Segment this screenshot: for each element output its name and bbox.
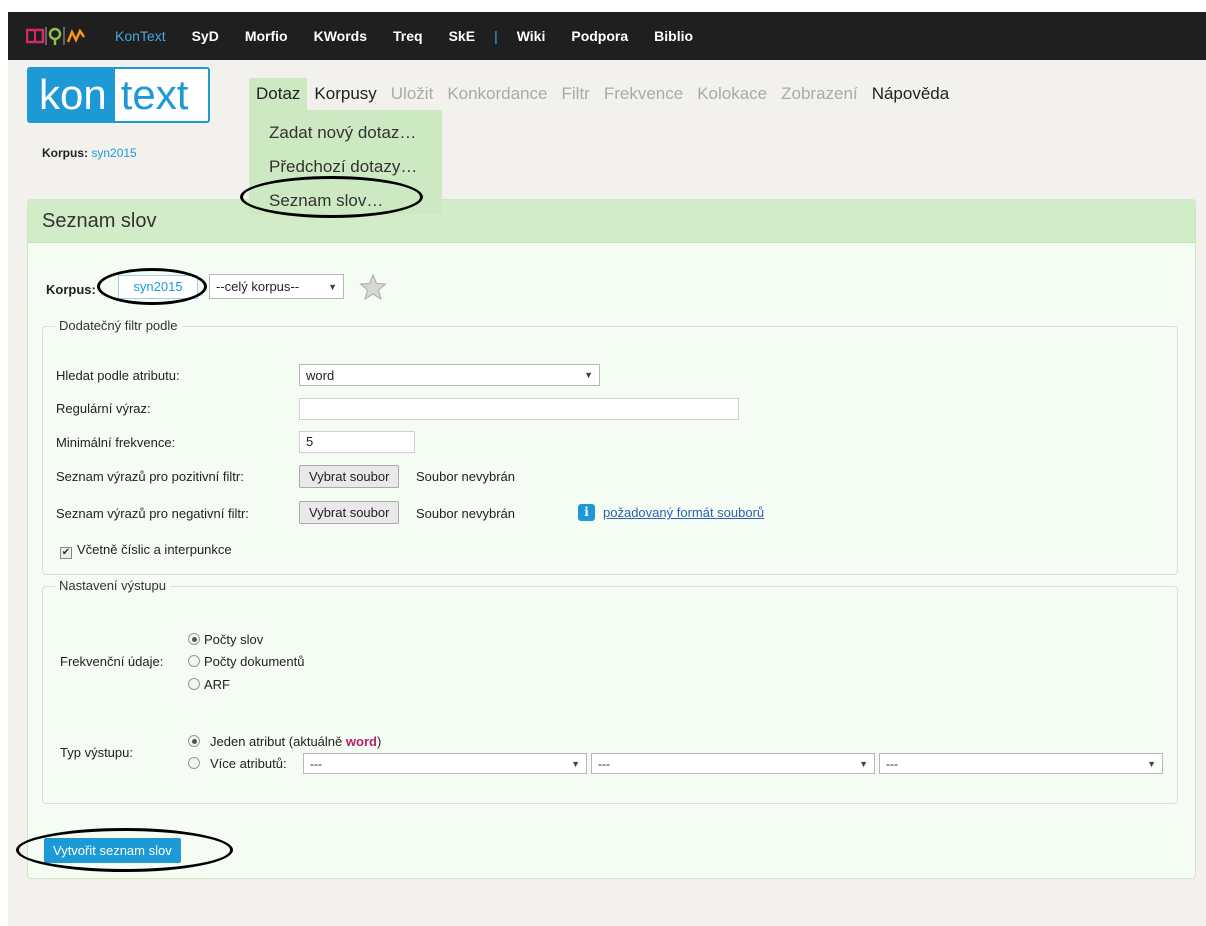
regex-label: Regulární výraz: [56,401,151,416]
include-numbers-checkbox[interactable]: ✔ [60,547,72,559]
current-corpus-label: Korpus: [42,146,88,160]
korpus-label: Korpus: [46,282,96,297]
subcorpus-value: --celý korpus-- [216,279,300,294]
freq-option-arf[interactable]: ARF [188,677,230,692]
menu-item-wordlist[interactable]: Seznam slov… [249,184,442,218]
create-wordlist-button[interactable]: Vytvořit seznam slov [44,838,181,863]
top-navigation-bar: KonText SyD Morfio KWords Treq SkE | Wik… [8,12,1206,60]
freq-radio-docs[interactable] [188,655,200,667]
subcorpus-select[interactable]: --celý korpus-- ▼ [209,274,344,299]
freq-option-docs[interactable]: Počty dokumentů [188,654,304,669]
main-menu: Dotaz Korpusy Uložit Konkordance Filtr F… [249,78,956,110]
info-icon: i [578,504,595,521]
nav-syd[interactable]: SyD [179,28,232,44]
type-single-label: Jeden atribut (aktuálně [210,734,343,749]
attr-select[interactable]: word ▼ [299,364,600,386]
menu-ulozit[interactable]: Uložit [384,78,441,110]
pos-filter-file-button[interactable]: Vybrat soubor [299,465,400,488]
chevron-down-icon: ▼ [584,370,593,380]
chevron-down-icon: ▼ [328,281,337,292]
nav-separator: | [494,28,498,44]
nav-treq[interactable]: Treq [380,28,436,44]
ucnk-logo-icon [26,27,86,45]
freq-radio-arf[interactable] [188,678,200,690]
minfreq-label: Minimální frekvence: [56,435,176,450]
menu-frekvence[interactable]: Frekvence [597,78,690,110]
type-label: Typ výstupu: [60,745,133,760]
filter-legend: Dodatečný filtr podle [55,318,182,333]
nav-kwords[interactable]: KWords [301,28,380,44]
attr-value: word [306,367,335,383]
attr-label: Hledat podle atributu: [56,368,180,383]
freq-option-words-label: Počty slov [204,632,264,647]
nav-biblio[interactable]: Biblio [641,28,706,44]
star-icon[interactable] [358,273,388,301]
type-radio-single[interactable] [188,735,200,747]
neg-filter-label: Seznam výrazů pro negativní filtr: [56,506,249,521]
output-legend: Nastavení výstupu [55,578,170,593]
type-single-attr: word [345,734,377,749]
nav-podpora[interactable]: Podpora [558,28,641,44]
minfreq-input[interactable]: 5 [299,431,415,453]
menu-item-new-query[interactable]: Zadat nový dotaz… [249,116,442,150]
current-corpus-value[interactable]: syn2015 [91,146,136,160]
menu-napoveda[interactable]: Nápověda [865,78,957,110]
file-format-link[interactable]: požadovaný formát souborů [603,505,764,520]
multi-attr-select-2[interactable]: --- ▼ [591,753,875,774]
include-numbers-option[interactable]: ✔ Včetně číslic a interpunkce [60,542,232,559]
include-numbers-label: Včetně číslic a interpunkce [77,542,232,557]
freq-option-arf-label: ARF [204,677,230,692]
menu-item-previous-queries[interactable]: Předchozí dotazy… [249,150,442,184]
freq-option-words[interactable]: Počty slov [188,632,263,647]
chevron-down-icon: ▼ [1147,758,1156,769]
menu-zobrazeni[interactable]: Zobrazení [774,78,865,110]
neg-filter-no-file: Soubor nevybrán [416,506,516,521]
menu-korpusy[interactable]: Korpusy [307,78,383,110]
nav-ske[interactable]: SkE [436,28,488,44]
type-multi-label: Více atributů: [210,756,287,771]
type-single-end: ) [376,734,382,749]
menu-konkordance[interactable]: Konkordance [440,78,554,110]
freq-label: Frekvenční údaje: [60,654,164,669]
multi-attr-value-2: --- [598,756,610,771]
freq-option-docs-label: Počty dokumentů [204,654,305,669]
kontext-logo[interactable]: kon text [27,67,210,123]
freq-radio-words[interactable] [188,633,200,645]
multi-attr-value-3: --- [886,756,898,771]
chevron-down-icon: ▼ [859,758,868,769]
logo-kon: kon [29,69,115,121]
panel-title: Seznam slov [28,200,1195,243]
multi-attr-value-1: --- [310,756,322,771]
multi-attr-select-1[interactable]: --- ▼ [303,753,587,774]
regex-input[interactable] [299,398,739,420]
type-radio-multi[interactable] [188,757,200,769]
menu-kolokace[interactable]: Kolokace [690,78,774,110]
pos-filter-no-file: Soubor nevybrán [416,469,516,484]
logo-text: text [120,71,189,118]
filter-fieldset [42,326,1178,575]
neg-filter-file-button[interactable]: Vybrat soubor [299,501,400,524]
ucnk-logo[interactable] [26,25,88,47]
chevron-down-icon: ▼ [571,758,580,769]
multi-attr-select-3[interactable]: --- ▼ [879,753,1163,774]
nav-kontext[interactable]: KonText [102,28,179,44]
menu-dotaz[interactable]: Dotaz [249,78,308,110]
current-corpus: Korpus: syn2015 [42,146,137,160]
type-option-multi[interactable]: Více atributů: [188,756,287,771]
korpus-button[interactable]: syn2015 [118,275,198,299]
pos-filter-label: Seznam výrazů pro pozitivní filtr: [56,469,244,484]
type-option-single[interactable]: Jeden atribut (aktuálně word) [188,734,381,749]
nav-morfio[interactable]: Morfio [232,28,301,44]
menu-filtr[interactable]: Filtr [555,78,597,110]
dotaz-dropdown: Zadat nový dotaz… Předchozí dotazy… Sezn… [249,110,442,214]
nav-wiki[interactable]: Wiki [504,28,559,44]
